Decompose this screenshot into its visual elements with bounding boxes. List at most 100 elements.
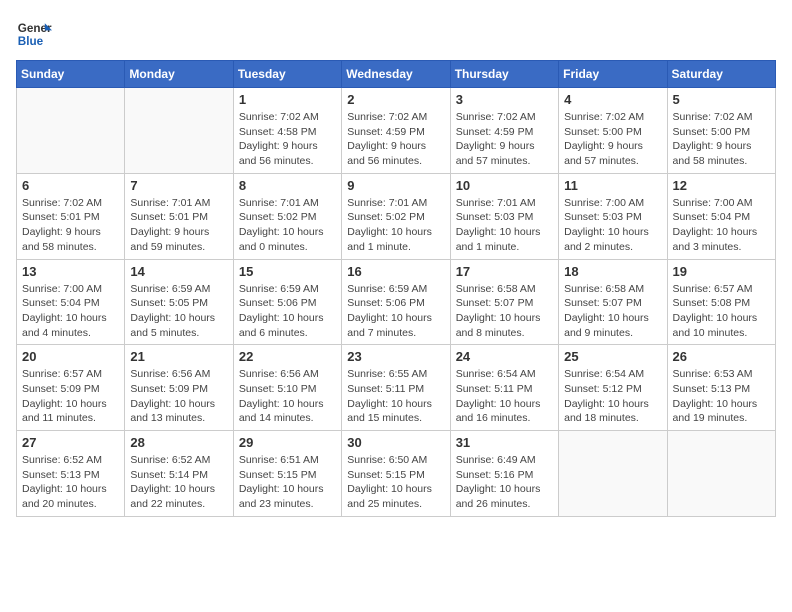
day-info: Sunrise: 7:01 AMSunset: 5:02 PMDaylight:… [239, 196, 336, 255]
calendar-cell: 27 Sunrise: 6:52 AMSunset: 5:13 PMDayligh… [17, 431, 125, 517]
day-info: Sunrise: 6:57 AMSunset: 5:08 PMDaylight:… [673, 282, 770, 341]
day-info: Sunrise: 6:58 AMSunset: 5:07 PMDaylight:… [456, 282, 553, 341]
day-number: 8 [239, 178, 336, 193]
calendar-week-4: 20 Sunrise: 6:57 AMSunset: 5:09 PMDayligh… [17, 345, 776, 431]
day-info: Sunrise: 6:56 AMSunset: 5:09 PMDaylight:… [130, 367, 227, 426]
day-number: 24 [456, 349, 553, 364]
logo-icon: General Blue [16, 16, 52, 52]
day-info: Sunrise: 7:02 AMSunset: 5:01 PMDaylight:… [22, 196, 119, 255]
day-info: Sunrise: 6:59 AMSunset: 5:06 PMDaylight:… [347, 282, 444, 341]
day-info: Sunrise: 6:54 AMSunset: 5:12 PMDaylight:… [564, 367, 661, 426]
day-info: Sunrise: 6:55 AMSunset: 5:11 PMDaylight:… [347, 367, 444, 426]
calendar-cell: 13 Sunrise: 7:00 AMSunset: 5:04 PMDayligh… [17, 259, 125, 345]
calendar-cell: 15Sunrise: 6:59 AMSunset: 5:06 PMDayligh… [233, 259, 341, 345]
calendar-cell: 31 Sunrise: 6:49 AMSunset: 5:16 PMDayligh… [450, 431, 558, 517]
day-number: 9 [347, 178, 444, 193]
day-number: 29 [239, 435, 336, 450]
day-number: 20 [22, 349, 119, 364]
day-number: 28 [130, 435, 227, 450]
day-info: Sunrise: 6:57 AMSunset: 5:09 PMDaylight:… [22, 367, 119, 426]
calendar-cell: 11 Sunrise: 7:00 AMSunset: 5:03 PMDayligh… [559, 173, 667, 259]
calendar-cell: 10 Sunrise: 7:01 AMSunset: 5:03 PMDayligh… [450, 173, 558, 259]
weekday-header-tuesday: Tuesday [233, 61, 341, 88]
day-number: 12 [673, 178, 770, 193]
calendar-week-3: 13 Sunrise: 7:00 AMSunset: 5:04 PMDayligh… [17, 259, 776, 345]
day-number: 27 [22, 435, 119, 450]
day-number: 15 [239, 264, 336, 279]
day-number: 2 [347, 92, 444, 107]
calendar-cell: 2 Sunrise: 7:02 AMSunset: 4:59 PMDaylight… [342, 88, 450, 174]
calendar-week-5: 27 Sunrise: 6:52 AMSunset: 5:13 PMDayligh… [17, 431, 776, 517]
calendar-cell: 18Sunrise: 6:58 AMSunset: 5:07 PMDayligh… [559, 259, 667, 345]
calendar-cell: 3 Sunrise: 7:02 AMSunset: 4:59 PMDaylight… [450, 88, 558, 174]
day-number: 26 [673, 349, 770, 364]
calendar-cell: 23 Sunrise: 6:55 AMSunset: 5:11 PMDayligh… [342, 345, 450, 431]
calendar-cell [667, 431, 775, 517]
logo: General Blue [16, 16, 52, 52]
day-number: 19 [673, 264, 770, 279]
calendar-cell [125, 88, 233, 174]
weekday-header-saturday: Saturday [667, 61, 775, 88]
day-info: Sunrise: 6:51 AMSunset: 5:15 PMDaylight:… [239, 453, 336, 512]
day-info: Sunrise: 7:01 AMSunset: 5:02 PMDaylight:… [347, 196, 444, 255]
calendar-cell: 14 Sunrise: 6:59 AMSunset: 5:05 PMDayligh… [125, 259, 233, 345]
calendar-cell: 5Sunrise: 7:02 AMSunset: 5:00 PMDaylight… [667, 88, 775, 174]
weekday-header-friday: Friday [559, 61, 667, 88]
calendar-cell: 16 Sunrise: 6:59 AMSunset: 5:06 PMDayligh… [342, 259, 450, 345]
calendar-cell: 24 Sunrise: 6:54 AMSunset: 5:11 PMDayligh… [450, 345, 558, 431]
day-info: Sunrise: 7:00 AMSunset: 5:04 PMDaylight:… [673, 196, 770, 255]
calendar-cell: 6Sunrise: 7:02 AMSunset: 5:01 PMDaylight… [17, 173, 125, 259]
weekday-header-monday: Monday [125, 61, 233, 88]
day-info: Sunrise: 7:00 AMSunset: 5:04 PMDaylight:… [22, 282, 119, 341]
day-info: Sunrise: 6:59 AMSunset: 5:05 PMDaylight:… [130, 282, 227, 341]
calendar-cell: 12 Sunrise: 7:00 AMSunset: 5:04 PMDayligh… [667, 173, 775, 259]
calendar-cell: 30Sunrise: 6:50 AMSunset: 5:15 PMDayligh… [342, 431, 450, 517]
day-number: 3 [456, 92, 553, 107]
day-info: Sunrise: 7:01 AMSunset: 5:01 PMDaylight:… [130, 196, 227, 255]
weekday-header-row: SundayMondayTuesdayWednesdayThursdayFrid… [17, 61, 776, 88]
calendar-cell: 1Sunrise: 7:02 AMSunset: 4:58 PMDaylight… [233, 88, 341, 174]
calendar-cell: 17 Sunrise: 6:58 AMSunset: 5:07 PMDayligh… [450, 259, 558, 345]
calendar-cell: 7Sunrise: 7:01 AMSunset: 5:01 PMDaylight… [125, 173, 233, 259]
day-number: 21 [130, 349, 227, 364]
day-number: 17 [456, 264, 553, 279]
day-info: Sunrise: 6:52 AMSunset: 5:14 PMDaylight:… [130, 453, 227, 512]
calendar-cell: 25 Sunrise: 6:54 AMSunset: 5:12 PMDayligh… [559, 345, 667, 431]
weekday-header-wednesday: Wednesday [342, 61, 450, 88]
calendar-cell: 26 Sunrise: 6:53 AMSunset: 5:13 PMDayligh… [667, 345, 775, 431]
day-info: Sunrise: 6:49 AMSunset: 5:16 PMDaylight:… [456, 453, 553, 512]
day-info: Sunrise: 7:00 AMSunset: 5:03 PMDaylight:… [564, 196, 661, 255]
day-number: 14 [130, 264, 227, 279]
day-info: Sunrise: 7:02 AMSunset: 4:58 PMDaylight:… [239, 110, 336, 169]
day-info: Sunrise: 7:02 AMSunset: 4:59 PMDaylight:… [456, 110, 553, 169]
day-number: 11 [564, 178, 661, 193]
calendar-cell: 19 Sunrise: 6:57 AMSunset: 5:08 PMDayligh… [667, 259, 775, 345]
day-info: Sunrise: 6:54 AMSunset: 5:11 PMDaylight:… [456, 367, 553, 426]
day-number: 22 [239, 349, 336, 364]
calendar-cell: 22 Sunrise: 6:56 AMSunset: 5:10 PMDayligh… [233, 345, 341, 431]
day-info: Sunrise: 6:53 AMSunset: 5:13 PMDaylight:… [673, 367, 770, 426]
calendar-cell: 8 Sunrise: 7:01 AMSunset: 5:02 PMDaylight… [233, 173, 341, 259]
calendar-cell: 4 Sunrise: 7:02 AMSunset: 5:00 PMDaylight… [559, 88, 667, 174]
svg-text:Blue: Blue [18, 35, 44, 48]
day-number: 13 [22, 264, 119, 279]
day-number: 25 [564, 349, 661, 364]
day-info: Sunrise: 7:02 AMSunset: 4:59 PMDaylight:… [347, 110, 444, 169]
calendar-week-2: 6Sunrise: 7:02 AMSunset: 5:01 PMDaylight… [17, 173, 776, 259]
day-number: 10 [456, 178, 553, 193]
day-info: Sunrise: 6:56 AMSunset: 5:10 PMDaylight:… [239, 367, 336, 426]
calendar-cell: 29 Sunrise: 6:51 AMSunset: 5:15 PMDayligh… [233, 431, 341, 517]
day-number: 5 [673, 92, 770, 107]
day-number: 31 [456, 435, 553, 450]
day-info: Sunrise: 6:52 AMSunset: 5:13 PMDaylight:… [22, 453, 119, 512]
day-number: 4 [564, 92, 661, 107]
day-number: 23 [347, 349, 444, 364]
weekday-header-sunday: Sunday [17, 61, 125, 88]
day-info: Sunrise: 7:01 AMSunset: 5:03 PMDaylight:… [456, 196, 553, 255]
calendar-body: 1Sunrise: 7:02 AMSunset: 4:58 PMDaylight… [17, 88, 776, 517]
day-info: Sunrise: 6:58 AMSunset: 5:07 PMDaylight:… [564, 282, 661, 341]
calendar-cell [559, 431, 667, 517]
day-info: Sunrise: 7:02 AMSunset: 5:00 PMDaylight:… [564, 110, 661, 169]
day-number: 16 [347, 264, 444, 279]
weekday-header-thursday: Thursday [450, 61, 558, 88]
